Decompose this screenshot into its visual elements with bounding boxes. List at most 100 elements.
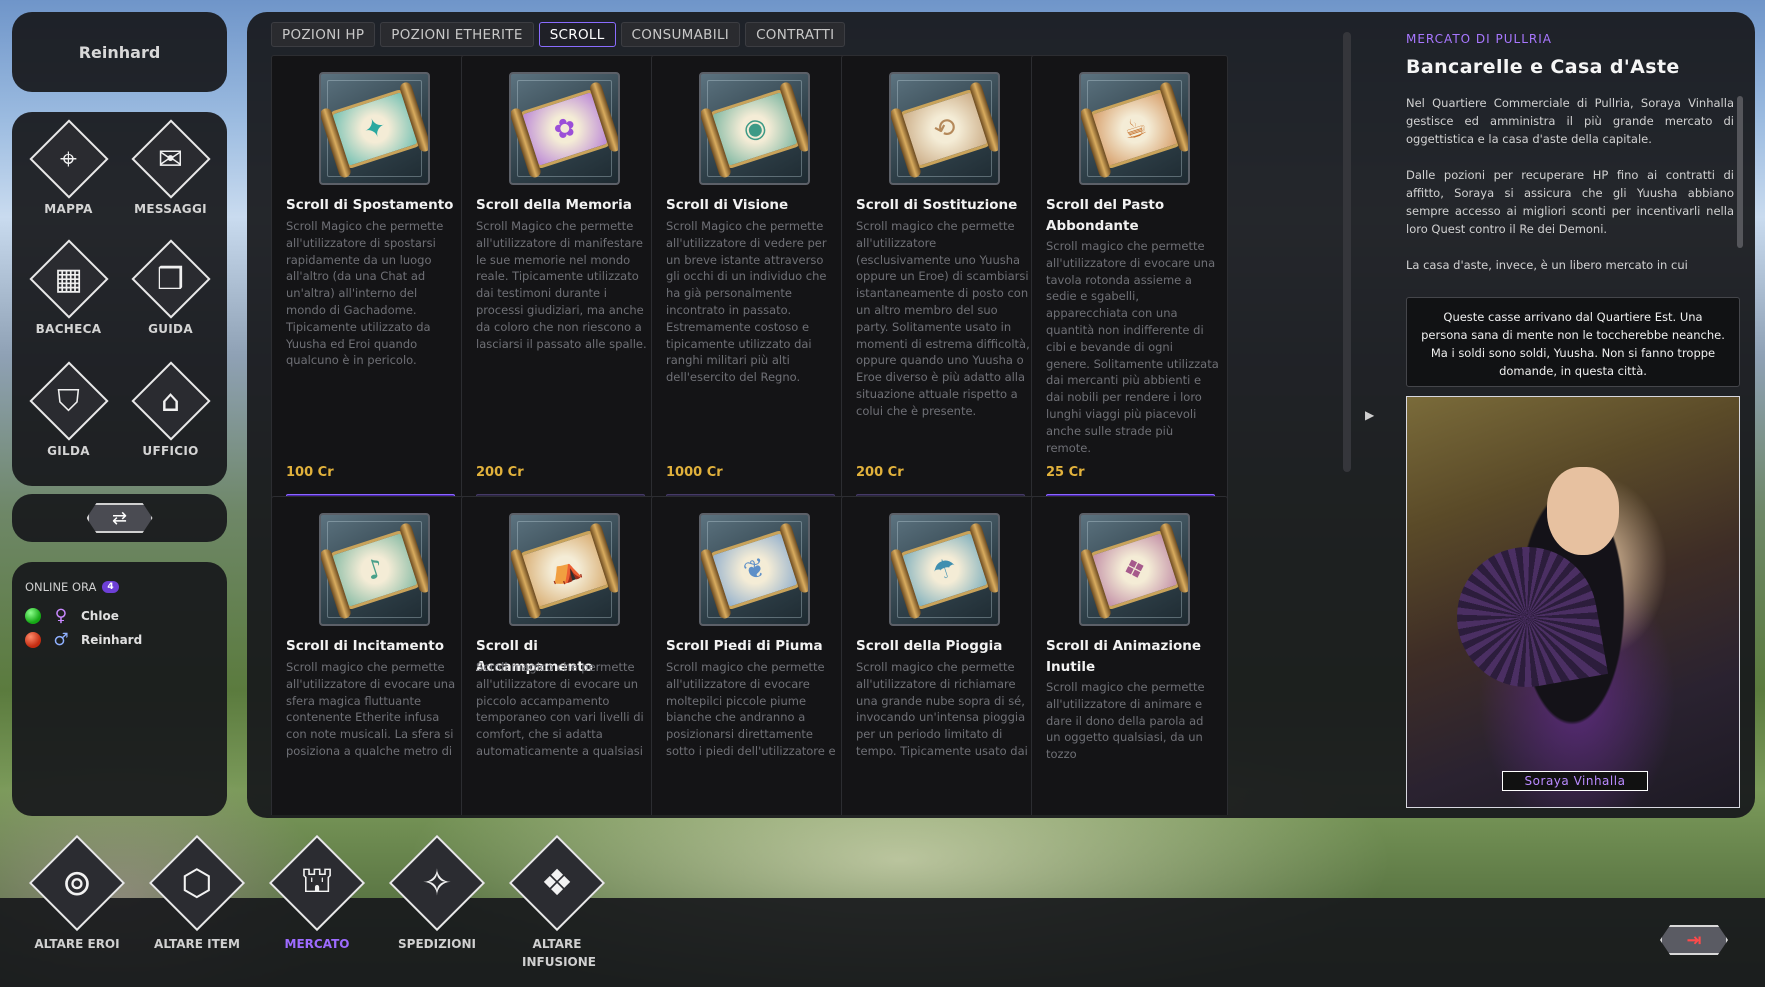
username: Reinhard — [78, 42, 161, 62]
item-altar-icon: ⬡ — [181, 862, 213, 904]
online-users-panel: ONLINE ORA 4 ♀ Chloe ♂ Reinhard — [12, 562, 227, 816]
tab-pozioni-hp[interactable]: POZIONI HP — [271, 22, 376, 47]
online-title: ONLINE ORA — [25, 580, 97, 594]
item-name: Scroll della Memoria — [476, 197, 632, 213]
market-stall-icon: ⛫ — [300, 860, 334, 901]
tab-consumabili[interactable]: CONSUMABILI — [620, 22, 741, 47]
item-card: ♪ Scroll di Incitamento Scroll magico che … — [271, 496, 468, 815]
nav-label: GUIDA — [148, 322, 193, 336]
status-busy-icon — [25, 632, 41, 648]
nav-mappa[interactable]: ⌖ MAPPA — [16, 112, 121, 216]
item-image: ❖ — [1079, 513, 1190, 626]
item-image: ☂ — [889, 513, 1000, 626]
npc-quote: Queste casse arrivano dal Quartiere Est.… — [1406, 297, 1740, 387]
item-description: Scroll magico che permette all'utilizzat… — [856, 660, 1028, 758]
tab-pozioni-etherite[interactable]: POZIONI ETHERITE — [380, 22, 534, 47]
item-name: Scroll di Animazione Inutile — [1046, 638, 1201, 675]
tab-scroll[interactable]: SCROLL — [538, 22, 616, 47]
item-card: ⟲ Scroll di Sostituzione Scroll magico che… — [841, 55, 1038, 534]
nav-label: UFFICIO — [142, 444, 199, 458]
envelope-icon: ✉ — [157, 141, 184, 177]
item-card: ☕ Scroll del Pasto Abbondante Scroll magic… — [1031, 55, 1228, 534]
item-card: ☂ Scroll della Pioggia Scroll magico che p… — [841, 496, 1038, 815]
item-description: Scroll magico che permette all'utilizzat… — [286, 660, 456, 758]
item-image: ✿ — [509, 72, 620, 185]
nav-ufficio[interactable]: ⌂ UFFICIO — [118, 354, 223, 458]
board-icon: ▦ — [54, 261, 83, 297]
item-name: Scroll di Incitamento — [286, 638, 444, 654]
bottom-nav-label: ALTARE INFUSIONE — [522, 937, 596, 969]
item-card: ✿ Scroll della Memoria Scroll Magico che p… — [461, 55, 658, 534]
market-title: Bancarelle e Casa d'Aste — [1406, 56, 1680, 78]
item-card: ❦ Scroll Piedi di Piuma Scroll magico che … — [651, 496, 848, 815]
item-image: ♪ — [319, 513, 430, 626]
logout-icon[interactable]: ⇥ — [1660, 925, 1728, 955]
hero-altar-icon: ⊚ — [61, 862, 93, 904]
swap-icon[interactable]: ⇄ — [86, 503, 153, 533]
nav-messaggi[interactable]: ✉ MESSAGGI — [118, 112, 223, 216]
nav-label: MAPPA — [44, 202, 93, 216]
map-pin-icon: ⌖ — [60, 141, 77, 177]
bottom-nav-label: SPEDIZIONI — [398, 937, 476, 951]
nav-label: MESSAGGI — [134, 202, 207, 216]
item-description: Scroll magico che permette all'utilizzat… — [856, 219, 1030, 418]
item-description: Scroll magico che permette all'utilizzat… — [1046, 239, 1219, 455]
market-paragraph: Dalle pozioni per recuperare HP fino ai … — [1406, 168, 1734, 236]
description-scrollbar[interactable] — [1737, 96, 1743, 248]
compass-icon: ✧ — [421, 862, 453, 904]
online-user-name: Reinhard — [81, 633, 143, 647]
book-icon: ❒ — [157, 261, 184, 297]
market-paragraph: Nel Quartiere Commerciale di Pullria, So… — [1406, 96, 1734, 146]
npc-portrait: Soraya Vinhalla — [1406, 396, 1740, 808]
bottom-nav-spedizioni[interactable]: ✧ SPEDIZIONI — [379, 833, 495, 953]
nav-gilda[interactable]: ⛉ GILDA — [16, 354, 121, 458]
item-name: Scroll del Pasto Abbondante — [1046, 197, 1165, 234]
online-count-badge: 4 — [102, 581, 119, 593]
panel-divider: ▶ — [1355, 12, 1389, 818]
bottom-nav-altare-infusione[interactable]: ❖ ALTARE INFUSIONE — [499, 833, 615, 971]
item-name: Scroll di Visione — [666, 197, 789, 213]
online-user[interactable]: ♀ Chloe — [25, 604, 214, 628]
market-info-panel: MERCATO DI PULLRIA Bancarelle e Casa d'A… — [1389, 12, 1755, 818]
item-image: ⟲ — [889, 72, 1000, 185]
item-description: Scroll Magico che permette all'utilizzat… — [476, 219, 647, 351]
nav-label: BACHECA — [35, 322, 102, 336]
office-icon: ⌂ — [160, 383, 181, 419]
item-price: 25 Cr — [1046, 465, 1085, 480]
bottom-nav-label: MERCATO — [284, 937, 350, 951]
item-description: Scroll magico che permette all'utilizzat… — [1046, 680, 1205, 762]
item-description: Scroll Magico che permette all'utilizzat… — [666, 219, 827, 385]
collapse-arrow-icon[interactable]: ▶ — [1365, 408, 1374, 422]
nav-label: GILDA — [47, 444, 90, 458]
online-user[interactable]: ♂ Reinhard — [25, 628, 214, 652]
item-name: Scroll di Spostamento — [286, 197, 454, 213]
item-price: 200 Cr — [476, 465, 524, 480]
item-grid: ✦ Scroll di Spostamento Scroll Magico che … — [271, 55, 1331, 815]
infusion-altar-icon: ❖ — [540, 862, 574, 904]
male-icon: ♂ — [53, 630, 69, 650]
side-navigation: ⌖ MAPPA ✉ MESSAGGI ▦ BACHECA ❒ GUIDA ⛉ G… — [12, 112, 227, 486]
online-user-name: Chloe — [81, 609, 119, 623]
item-price: 100 Cr — [286, 465, 334, 480]
item-image: ❦ — [699, 513, 810, 626]
tab-contratti[interactable]: CONTRATTI — [745, 22, 846, 47]
item-card: ❖ Scroll di Animazione Inutile Scroll magi… — [1031, 496, 1228, 815]
bottom-nav-label: ALTARE ITEM — [154, 937, 240, 951]
market-kicker: MERCATO DI PULLRIA — [1406, 32, 1552, 46]
bottom-nav-mercato[interactable]: ⛫ MERCATO — [259, 833, 375, 953]
item-image: ✦ — [319, 72, 430, 185]
bottom-nav-altare-item[interactable]: ⬡ ALTARE ITEM — [139, 833, 255, 953]
item-name: Scroll Piedi di Piuma — [666, 638, 823, 654]
item-image: ☕ — [1079, 72, 1190, 185]
online-header: ONLINE ORA 4 — [25, 580, 214, 594]
nav-bacheca[interactable]: ▦ BACHECA — [16, 232, 121, 336]
nav-guida[interactable]: ❒ GUIDA — [118, 232, 223, 336]
shield-icon: ⛉ — [57, 383, 80, 419]
item-image: ◉ — [699, 72, 810, 185]
bottom-nav-altare-eroi[interactable]: ⊚ ALTARE EROI — [19, 833, 135, 953]
item-name: Scroll della Pioggia — [856, 638, 1003, 654]
item-name: Scroll di Sostituzione — [856, 197, 1018, 213]
npc-name-plate: Soraya Vinhalla — [1502, 771, 1648, 791]
shop-panel: POZIONI HP POZIONI ETHERITE SCROLL CONSU… — [247, 12, 1355, 818]
shop-scrollbar[interactable] — [1343, 32, 1351, 472]
